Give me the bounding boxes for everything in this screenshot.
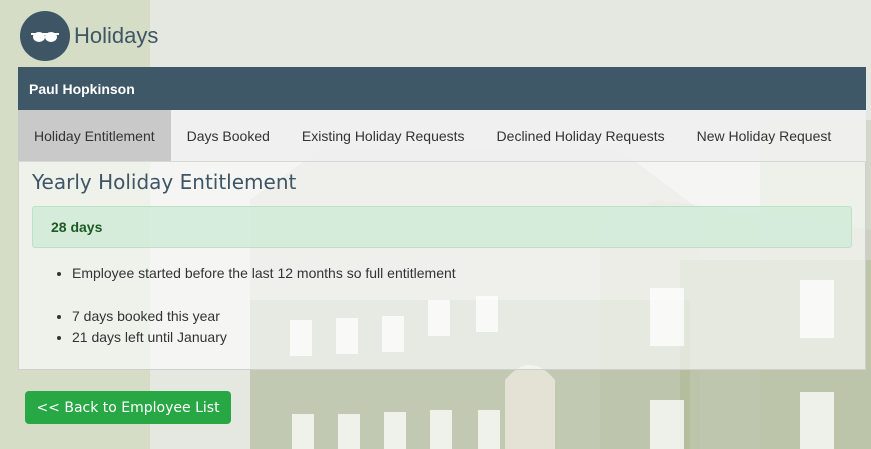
tab-bar: Holiday Entitlement Days Booked Existing… [18,110,866,162]
entitlement-value: 28 days [51,219,103,235]
tab-existing-holiday-requests[interactable]: Existing Holiday Requests [286,110,481,161]
list-item: 21 days left until January [72,327,227,348]
tab-holiday-entitlement[interactable]: Holiday Entitlement [18,110,171,161]
entitlement-alert: 28 days [32,206,852,248]
employee-panel: Paul Hopkinson Holiday Entitlement Days … [18,67,866,370]
employee-name: Paul Hopkinson [29,80,135,97]
tab-days-booked[interactable]: Days Booked [171,110,286,161]
list-item: Employee started before the last 12 mont… [72,263,456,284]
back-to-employee-list-button[interactable]: << Back to Employee List [25,391,231,424]
section-heading: Yearly Holiday Entitlement [32,170,297,194]
notes-list: Employee started before the last 12 mont… [55,263,456,284]
panel-header: Paul Hopkinson [18,67,866,110]
tab-new-holiday-request[interactable]: New Holiday Request [681,110,848,161]
tab-content: Yearly Holiday Entitlement 28 days Emplo… [18,162,866,370]
tab-declined-holiday-requests[interactable]: Declined Holiday Requests [481,110,681,161]
summary-list: 7 days booked this year 21 days left unt… [55,306,227,348]
app-header: Holidays [20,11,158,61]
list-item: 7 days booked this year [72,306,227,327]
sunglasses-icon [20,11,70,61]
app-title: Holidays [74,23,159,48]
